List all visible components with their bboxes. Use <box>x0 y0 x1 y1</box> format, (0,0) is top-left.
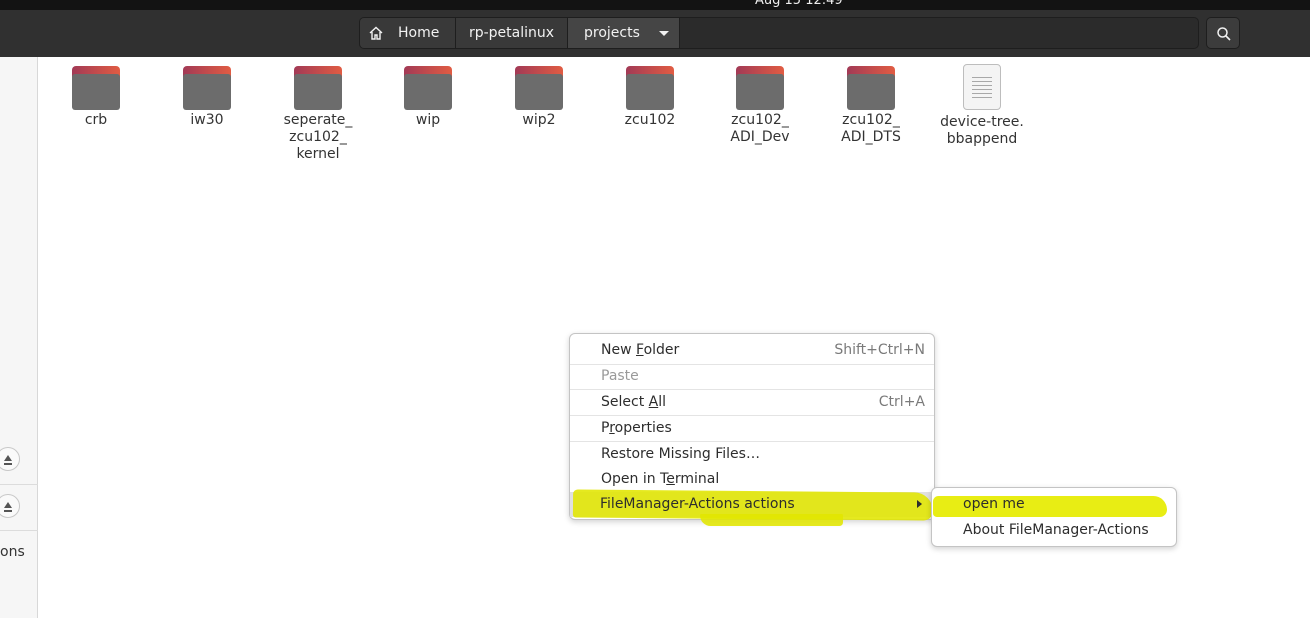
folder-item[interactable]: zcu102_ ADI_DTS <box>816 66 926 146</box>
chevron-right-icon <box>917 500 922 508</box>
folder-icon <box>183 66 231 110</box>
folder-item[interactable]: seperate_ zcu102_ kernel <box>263 66 373 163</box>
folder-item[interactable]: crb <box>41 66 151 129</box>
crumb-home-label: Home <box>398 25 440 41</box>
eject-button[interactable] <box>0 447 20 471</box>
menu-item-label: Select All <box>601 394 666 410</box>
menu-item-select-all[interactable]: Select All Ctrl+A <box>570 390 934 415</box>
crumb-rp-petalinux[interactable]: rp-petalinux <box>456 18 568 48</box>
menu-item-properties[interactable]: Properties <box>570 416 934 441</box>
header-bar: Home rp-petalinux projects <box>0 10 1310 57</box>
search-icon <box>1217 27 1231 41</box>
menu-item-paste[interactable]: Paste <box>570 364 934 389</box>
sidebar: ons <box>0 57 38 618</box>
folder-item[interactable]: zcu102 <box>595 66 705 129</box>
menu-item-new-folder[interactable]: New Folder Shift+Ctrl+N <box>570 338 934 363</box>
folder-icon <box>72 66 120 110</box>
submenu-item-about[interactable]: About FileManager-Actions <box>932 518 1176 543</box>
eject-icon <box>4 455 12 461</box>
sidebar-divider <box>0 530 38 531</box>
submenu-item-open-me-label[interactable]: open me <box>963 492 1025 517</box>
search-button[interactable] <box>1206 17 1240 49</box>
file-name: wip <box>415 112 441 128</box>
sidebar-item-label[interactable]: ons <box>0 544 38 560</box>
file-name: zcu102 <box>624 112 676 128</box>
menu-item-open-in-terminal[interactable]: Open in Terminal <box>570 467 934 492</box>
folder-item[interactable]: wip2 <box>484 66 594 129</box>
folder-icon <box>626 66 674 110</box>
crumb-projects-label: projects <box>584 25 640 41</box>
menu-item-label: Paste <box>601 368 639 384</box>
menu-item-shortcut: Shift+Ctrl+N <box>834 342 925 358</box>
folder-icon <box>847 66 895 110</box>
menu-item-restore-missing-files[interactable]: Restore Missing Files… <box>570 442 934 467</box>
eject-button[interactable] <box>0 494 20 518</box>
menu-item-label: Open in Terminal <box>601 471 720 487</box>
menu-item-label: Restore Missing Files… <box>601 446 760 462</box>
folder-item[interactable]: zcu102_ ADI_Dev <box>705 66 815 146</box>
crumb-projects[interactable]: projects <box>568 18 680 48</box>
crumb-home[interactable]: Home <box>360 18 456 48</box>
home-icon <box>369 26 383 40</box>
file-item[interactable]: device-tree. bbappend <box>927 64 1037 148</box>
file-name: crb <box>84 112 108 128</box>
folder-icon <box>404 66 452 110</box>
system-top-bar: Aug 15 12:49 <box>0 0 1310 10</box>
text-file-icon <box>963 64 1001 110</box>
clock[interactable]: Aug 15 12:49 <box>755 0 843 8</box>
folder-icon <box>294 66 342 110</box>
folder-item[interactable]: iw30 <box>152 66 262 129</box>
menu-item-label: New Folder <box>601 342 680 358</box>
path-bar: Home rp-petalinux projects <box>359 17 1199 49</box>
file-name: zcu102_ ADI_Dev <box>730 112 790 145</box>
file-name: zcu102_ ADI_DTS <box>841 112 901 145</box>
folder-item[interactable]: wip <box>373 66 483 129</box>
file-name: wip2 <box>522 112 556 128</box>
eject-icon <box>4 502 12 508</box>
file-name: device-tree. bbappend <box>940 114 1024 147</box>
sidebar-divider <box>0 484 38 485</box>
menu-item-shortcut: Ctrl+A <box>878 394 925 410</box>
folder-icon <box>736 66 784 110</box>
file-name: iw30 <box>190 112 224 128</box>
menu-item-label: Properties <box>601 420 672 436</box>
menu-item-filemanager-actions-label[interactable]: FileManager-Actions actions <box>600 492 795 517</box>
folder-icon <box>515 66 563 110</box>
menu-item-label: About FileManager-Actions <box>963 522 1149 538</box>
chevron-down-icon[interactable] <box>659 31 669 36</box>
file-name: seperate_ zcu102_ kernel <box>283 112 353 162</box>
